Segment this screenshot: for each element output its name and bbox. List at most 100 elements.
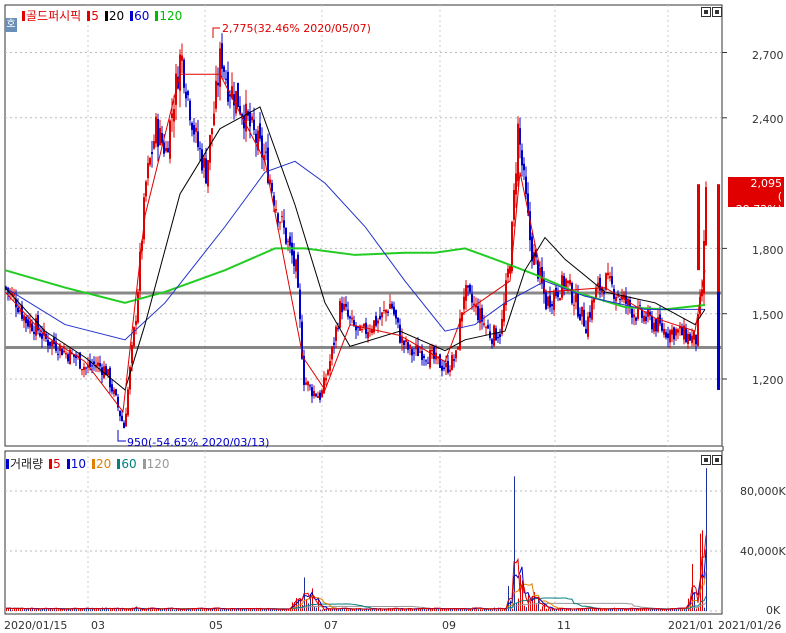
vol-legend-10[interactable]: 10: [66, 457, 86, 471]
legend-ma60[interactable]: 60: [130, 9, 149, 23]
candle-body: [631, 308, 633, 318]
low-annotation: 950(-54.65% 2020/03/13): [127, 436, 270, 449]
legend-ma20[interactable]: 20: [104, 9, 124, 23]
candle-body: [25, 316, 27, 324]
candle-body: [307, 381, 309, 386]
volume-bar: [594, 608, 595, 611]
candle-body: [551, 303, 553, 307]
vol-legend-60[interactable]: 60: [117, 457, 137, 471]
volume-bar: [568, 609, 569, 611]
candle-body: [441, 365, 443, 371]
vol-legend-120[interactable]: 120: [142, 457, 170, 471]
candle-body: [525, 176, 527, 195]
candle-body: [453, 359, 455, 361]
candle-body: [23, 315, 25, 321]
candle-body: [575, 292, 577, 303]
candle-body: [151, 151, 153, 155]
date-tick: 07: [324, 619, 338, 632]
candle-body: [123, 422, 125, 429]
legend-ma120[interactable]: 120: [155, 9, 182, 23]
candle-body: [133, 327, 135, 346]
candle-body: [467, 285, 469, 288]
candle-body: [395, 310, 397, 319]
volume-bar: [622, 609, 623, 611]
date-tick: 2020/01/15: [4, 619, 68, 632]
volume-bar: [316, 607, 317, 611]
chart-canvas[interactable]: [0, 0, 786, 633]
volume-bar: [138, 609, 139, 611]
volume-bar: [70, 609, 71, 611]
candle-body: [611, 276, 613, 285]
candle-body: [285, 227, 287, 244]
candle-body: [573, 304, 575, 306]
candle-body: [463, 296, 465, 310]
volume-bar: [358, 609, 359, 611]
pane-close-icon[interactable]: [712, 7, 722, 17]
candle-body: [685, 328, 687, 342]
candle-body: [445, 363, 447, 368]
candle-body: [171, 113, 173, 118]
vol-ma5-line: [5, 535, 707, 611]
volume-bar: [270, 609, 271, 611]
candle-body: [265, 151, 267, 153]
candle-body: [83, 366, 85, 370]
volume-bar: [206, 609, 207, 611]
candle-body: [491, 339, 493, 344]
candle-body: [317, 395, 319, 398]
volume-bar: [364, 609, 365, 611]
volume-bar: [642, 609, 643, 611]
volume-bar: [190, 609, 191, 611]
candle-body: [217, 82, 219, 86]
volume-pane-maximize-icon[interactable]: [701, 455, 711, 465]
stock-chart-window: 골드퍼시픽 5 20 60 120 호 거래량 5 10 20 60 120 2…: [0, 0, 786, 633]
side-toggle-button[interactable]: 호: [5, 18, 17, 32]
volume-bar: [258, 609, 259, 611]
candle-body: [81, 368, 83, 371]
volume-bar: [34, 609, 35, 611]
volume-pane-close-icon[interactable]: [712, 455, 722, 465]
side-toggle-label: 호: [6, 19, 16, 30]
candle-body: [115, 389, 117, 396]
candle-body: [245, 103, 247, 132]
candle-body: [193, 125, 195, 135]
legend-ma5[interactable]: 5: [87, 9, 99, 23]
volume-bar: [674, 609, 675, 611]
candle-body: [581, 306, 583, 317]
candle-body: [313, 391, 315, 397]
candle-body: [409, 344, 411, 349]
volume-bar: [548, 608, 549, 611]
volume-bar: [354, 609, 355, 611]
candle-body: [297, 254, 299, 288]
price-tick: 2,400: [752, 113, 784, 126]
candle-body: [689, 334, 691, 341]
candle-body: [163, 142, 165, 154]
candle-body: [691, 335, 693, 344]
volume-bar: [36, 609, 37, 611]
candle-body: [517, 123, 519, 182]
candle-body: [321, 390, 323, 397]
candle-body: [655, 319, 657, 332]
volume-bar: [412, 609, 413, 611]
candle-body: [343, 303, 345, 310]
pane-maximize-icon[interactable]: [701, 7, 711, 17]
candle-body: [225, 78, 227, 80]
volume-bar: [606, 609, 607, 611]
candle-body: [579, 313, 581, 320]
candle-body: [235, 90, 237, 114]
candle-body: [327, 370, 329, 375]
price-legend-title: 골드퍼시픽: [26, 9, 82, 23]
candle-body: [293, 251, 295, 266]
vol-legend-20[interactable]: 20: [92, 457, 111, 471]
vol-legend-5[interactable]: 5: [49, 457, 61, 471]
candle-body: [135, 320, 137, 325]
volume-bar: [26, 609, 27, 611]
candle-body: [47, 339, 49, 346]
candle-body: [251, 116, 253, 121]
volume-bar: [660, 609, 661, 611]
volume-bar: [222, 609, 223, 611]
candle-body: [507, 268, 509, 278]
candle-body: [557, 291, 559, 298]
candle-body: [567, 280, 569, 284]
candle-body: [471, 294, 473, 303]
candle-body: [379, 315, 381, 320]
